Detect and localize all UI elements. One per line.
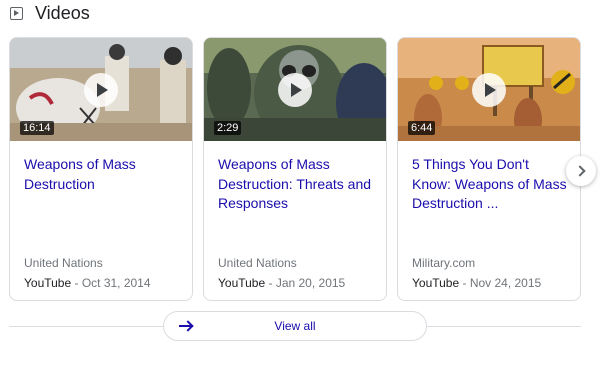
- video-source: United Nations: [218, 256, 297, 270]
- video-card[interactable]: 2:29 Weapons of Mass Destruction: Threat…: [203, 37, 387, 301]
- video-meta: YouTube - Jan 20, 2015: [218, 276, 345, 290]
- video-meta: YouTube - Nov 24, 2015: [412, 276, 541, 290]
- video-thumbnail[interactable]: 6:44: [398, 38, 580, 141]
- duration-badge: 16:14: [20, 121, 54, 135]
- play-icon[interactable]: [472, 72, 506, 107]
- divider: [427, 326, 581, 327]
- video-site: YouTube: [24, 276, 72, 290]
- video-thumbnail[interactable]: 2:29: [204, 38, 386, 141]
- view-all-label: View all: [274, 319, 316, 333]
- video-date: - Oct 31, 2014: [71, 276, 151, 290]
- video-meta: YouTube - Oct 31, 2014: [24, 276, 151, 290]
- divider: [9, 326, 163, 327]
- videos-header: Videos: [10, 2, 90, 24]
- chevron-right-icon: [574, 165, 586, 177]
- video-source: Military.com: [412, 256, 476, 270]
- play-icon[interactable]: [278, 72, 312, 107]
- play-box-icon: [10, 6, 23, 20]
- play-icon[interactable]: [84, 72, 118, 107]
- view-all-button[interactable]: View all: [163, 311, 427, 341]
- video-thumbnail[interactable]: 16:14: [10, 38, 192, 141]
- video-title-link[interactable]: 5 Things You Don't Know: Weapons of Mass…: [412, 155, 570, 214]
- video-card[interactable]: 16:14 Weapons of Mass Destruction United…: [9, 37, 193, 301]
- video-site: YouTube: [412, 276, 460, 290]
- carousel-next-button[interactable]: [566, 156, 596, 186]
- video-title-link[interactable]: Weapons of Mass Destruction: Threats and…: [218, 155, 376, 214]
- video-source: United Nations: [24, 256, 103, 270]
- video-date: - Jan 20, 2015: [265, 276, 346, 290]
- video-title-link[interactable]: Weapons of Mass Destruction: [24, 155, 182, 194]
- video-card[interactable]: 6:44 5 Things You Don't Know: Weapons of…: [397, 37, 581, 301]
- duration-badge: 2:29: [214, 121, 242, 135]
- video-date: - Nov 24, 2015: [459, 276, 542, 290]
- section-title: Videos: [35, 2, 90, 23]
- duration-badge: 6:44: [408, 121, 436, 135]
- video-site: YouTube: [218, 276, 266, 290]
